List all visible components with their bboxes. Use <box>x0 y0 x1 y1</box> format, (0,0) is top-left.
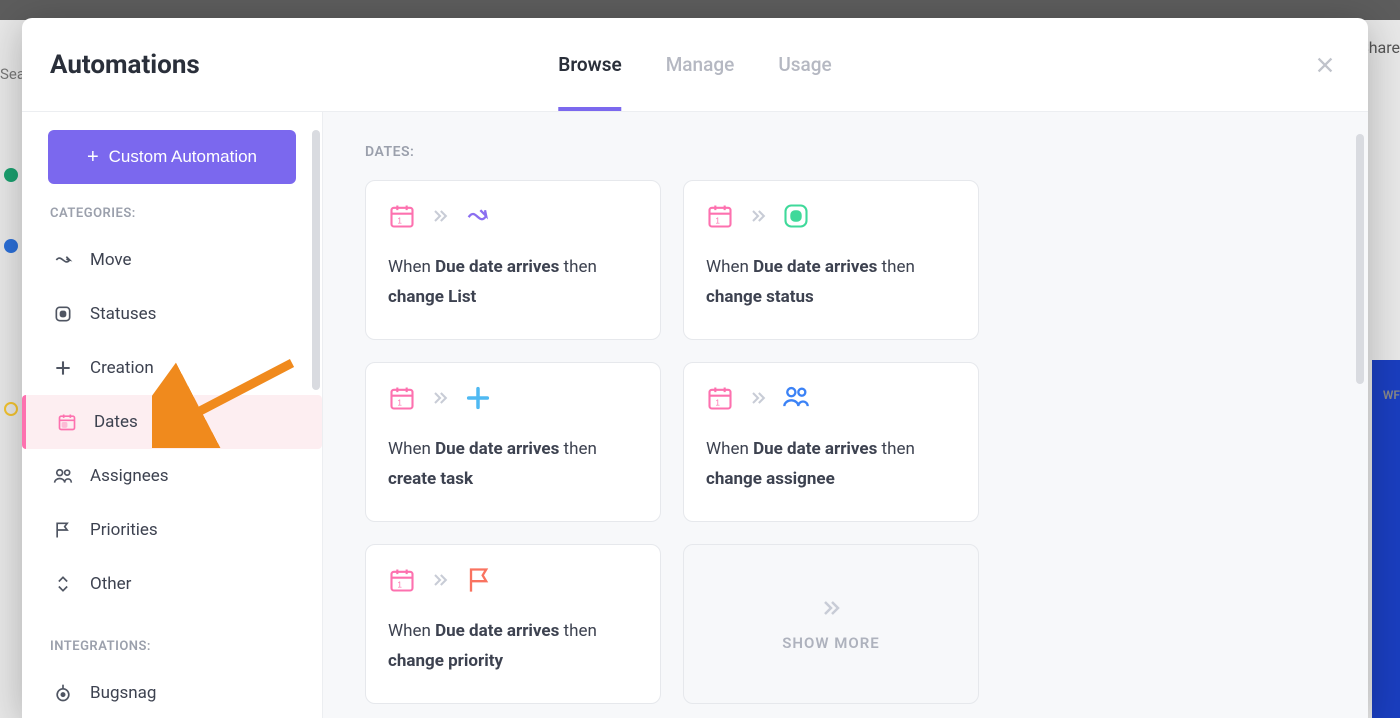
sidebar-item-other[interactable]: Other <box>48 557 300 611</box>
automation-text: When Due date arrives then change assign… <box>706 435 956 495</box>
create-action-icon <box>464 384 492 416</box>
show-more-label: SHOW MORE <box>782 634 879 652</box>
tab-manage[interactable]: Manage <box>666 18 735 111</box>
content-area: DATES: 1 <box>322 112 1368 718</box>
calendar-icon: 1 <box>706 384 734 416</box>
svg-text:1: 1 <box>397 581 402 590</box>
svg-text:1: 1 <box>715 399 720 408</box>
sidebar-item-creation[interactable]: Creation <box>48 341 300 395</box>
sidebar-item-bugsnag[interactable]: Bugsnag <box>48 666 300 718</box>
automation-card-change-priority[interactable]: 1 When Due date arrives then change prio… <box>365 544 661 704</box>
bg-dot <box>4 239 18 253</box>
tab-usage[interactable]: Usage <box>778 18 831 111</box>
sidebar-item-statuses[interactable]: Statuses <box>48 287 300 341</box>
statuses-icon <box>52 303 74 325</box>
svg-text:1: 1 <box>397 217 402 226</box>
custom-automation-button[interactable]: + Custom Automation <box>48 130 296 184</box>
chevrons-icon <box>430 388 450 412</box>
automation-text: When Due date arrives then create task <box>388 435 638 495</box>
calendar-icon: 1 <box>706 202 734 234</box>
assignees-icon <box>52 465 74 487</box>
automation-card-change-list[interactable]: 1 When Due date arrives then change List <box>365 180 661 340</box>
bg-wr-text: WF <box>1383 388 1400 402</box>
svg-text:1: 1 <box>397 399 402 408</box>
chevrons-icon <box>748 206 768 230</box>
automation-cards: 1 When Due date arrives then change List <box>365 180 1338 704</box>
modal-header: Automations Browse Manage Usage <box>22 18 1368 112</box>
other-icon <box>52 573 74 595</box>
automation-card-change-status[interactable]: 1 When Due date arrives then change stat… <box>683 180 979 340</box>
bg-dot <box>4 168 18 182</box>
automation-text: When Due date arrives then change priori… <box>388 617 638 677</box>
priority-action-icon <box>464 566 492 598</box>
close-icon <box>1314 54 1336 76</box>
sidebar-item-label: Assignees <box>90 466 290 486</box>
custom-automation-label: Custom Automation <box>109 147 257 167</box>
automation-card-change-assignee[interactable]: 1 When Due date arrives then change assi… <box>683 362 979 522</box>
sidebar-item-priorities[interactable]: Priorities <box>48 503 300 557</box>
bugsnag-icon <box>52 682 74 704</box>
move-action-icon <box>464 202 492 234</box>
categories-label: CATEGORIES: <box>50 206 300 221</box>
dates-icon <box>56 411 78 433</box>
sidebar-scrollbar[interactable] <box>312 130 320 390</box>
chevrons-icon <box>748 388 768 412</box>
sidebar-item-label: Priorities <box>90 520 290 540</box>
sidebar-item-dates[interactable]: Dates <box>22 395 322 449</box>
sidebar-item-label: Bugsnag <box>90 683 290 703</box>
sidebar: + Custom Automation CATEGORIES: Move Sta… <box>22 112 322 718</box>
modal-title: Automations <box>50 50 200 80</box>
automation-text: When Due date arrives then change status <box>706 253 956 313</box>
sidebar-item-assignees[interactable]: Assignees <box>48 449 300 503</box>
svg-text:1: 1 <box>715 217 720 226</box>
automation-card-create-task[interactable]: 1 When Due date arrives then create task <box>365 362 661 522</box>
bg-dot <box>4 402 18 416</box>
sidebar-item-label: Creation <box>90 358 290 378</box>
status-action-icon <box>782 202 810 234</box>
move-icon <box>52 249 74 271</box>
priorities-icon <box>52 519 74 541</box>
sidebar-item-move[interactable]: Move <box>48 233 300 287</box>
automations-modal: Automations Browse Manage Usage + Custom… <box>22 18 1368 718</box>
plus-icon: + <box>87 146 99 169</box>
integrations-label: INTEGRATIONS: <box>50 639 300 654</box>
calendar-icon: 1 <box>388 566 416 598</box>
automation-text: When Due date arrives then change List <box>388 253 638 313</box>
content-section-label: DATES: <box>365 144 1338 160</box>
calendar-icon: 1 <box>388 202 416 234</box>
show-more-button[interactable]: SHOW MORE <box>683 544 979 704</box>
assignee-action-icon <box>782 384 810 416</box>
content-scrollbar[interactable] <box>1356 134 1364 384</box>
calendar-icon: 1 <box>388 384 416 416</box>
sidebar-item-label: Dates <box>94 412 312 432</box>
sidebar-item-label: Other <box>90 574 290 594</box>
chevrons-icon <box>819 596 843 624</box>
chevrons-icon <box>430 570 450 594</box>
tabs: Browse Manage Usage <box>558 18 831 111</box>
tab-browse[interactable]: Browse <box>558 18 621 111</box>
sidebar-item-label: Move <box>90 250 290 270</box>
chevrons-icon <box>430 206 450 230</box>
close-button[interactable] <box>1310 50 1340 80</box>
creation-icon <box>52 357 74 379</box>
sidebar-item-label: Statuses <box>90 304 290 324</box>
